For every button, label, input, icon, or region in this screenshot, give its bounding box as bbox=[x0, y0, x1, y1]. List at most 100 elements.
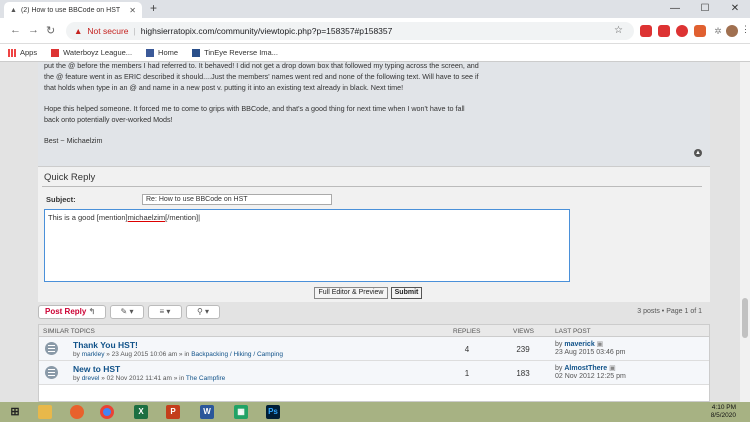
topic-title-link[interactable]: New to HST bbox=[73, 364, 120, 374]
topic-date: » 23 Aug 2015 10:06 am » in bbox=[106, 351, 190, 358]
menu-icon[interactable]: ⋮ bbox=[741, 24, 750, 35]
clock-date: 8/5/2020 bbox=[710, 412, 736, 419]
tab-close-icon[interactable]: ✕ bbox=[129, 6, 136, 15]
by-label: by bbox=[555, 365, 563, 372]
taskbar: ⊞ X P W ▦ Ps 4:10 PM 8/5/2020 bbox=[0, 402, 750, 422]
search-icon: ⚲ bbox=[196, 307, 203, 316]
forward-icon[interactable]: → bbox=[28, 24, 39, 36]
divider bbox=[42, 186, 702, 187]
last-post-author: by maverick ▣ bbox=[555, 340, 603, 348]
puzzle-icon[interactable]: ✲ bbox=[712, 25, 724, 37]
last-post-date: 02 Nov 2012 12:25 pm bbox=[555, 373, 626, 380]
back-to-top-icon[interactable]: ▲ bbox=[694, 149, 702, 157]
avatar[interactable] bbox=[726, 25, 738, 37]
apps-grid-icon bbox=[8, 49, 16, 57]
author-link[interactable]: drevel bbox=[82, 375, 100, 382]
powerpoint-icon[interactable]: P bbox=[166, 405, 180, 419]
word-icon[interactable]: W bbox=[200, 405, 214, 419]
page-info: 3 posts • Page 1 of 1 bbox=[637, 308, 702, 315]
post-line: the @ feature went in as ERIC described … bbox=[44, 72, 479, 81]
bookmark-star-icon[interactable]: ☆ bbox=[614, 25, 623, 36]
by-label: by bbox=[73, 351, 80, 358]
photoshop-icon[interactable]: Ps bbox=[266, 405, 280, 419]
header-replies: REPLIES bbox=[453, 328, 481, 335]
extension-icon[interactable] bbox=[640, 25, 652, 37]
topic-date: » 02 Nov 2012 11:41 am » in bbox=[101, 375, 185, 382]
replies-count: 4 bbox=[464, 345, 470, 354]
views-count: 239 bbox=[516, 345, 530, 354]
forum-link[interactable]: The Campfire bbox=[186, 375, 225, 382]
browser-tab[interactable]: ▲ (2) How to use BBCode on HST ✕ bbox=[4, 2, 142, 18]
submit-button[interactable]: Submit bbox=[391, 287, 422, 299]
post-reply-button[interactable]: Post Reply ↰ bbox=[38, 305, 106, 319]
wrench-icon: ✎ bbox=[120, 307, 128, 316]
post-line: that holds when type in an @ and name in… bbox=[44, 83, 404, 92]
bookmark-label: Apps bbox=[20, 47, 38, 57]
sort-icon: ≡ bbox=[159, 307, 165, 316]
replies-count: 1 bbox=[464, 369, 470, 378]
close-window-button[interactable]: ✕ bbox=[720, 0, 750, 18]
views-count: 183 bbox=[516, 369, 530, 378]
bookmark-label: Home bbox=[158, 47, 179, 57]
clock-time: 4:10 PM bbox=[711, 404, 736, 411]
goto-post-icon[interactable]: ▣ bbox=[609, 365, 616, 372]
full-editor-button[interactable]: Full Editor & Preview bbox=[314, 287, 388, 299]
bookmark-tineye[interactable]: TinEye Reverse Ima... bbox=[192, 48, 278, 57]
quick-reply-heading: Quick Reply bbox=[44, 172, 96, 183]
extension-icon[interactable] bbox=[676, 25, 688, 37]
firefox-icon[interactable] bbox=[70, 405, 84, 419]
last-post-user-link[interactable]: maverick bbox=[564, 341, 594, 348]
back-icon[interactable]: ← bbox=[10, 24, 21, 36]
similar-topics-table: SIMILAR TOPICS REPLIES VIEWS LAST POST T… bbox=[38, 324, 710, 402]
extension-icon[interactable] bbox=[658, 25, 670, 37]
bookmark-home[interactable]: Home bbox=[146, 48, 178, 57]
not-secure-label: Not secure bbox=[87, 26, 129, 36]
search-topic-button[interactable]: ⚲ ▾ bbox=[186, 305, 220, 319]
subject-input[interactable]: Re: How to use BBCode on HST bbox=[142, 194, 332, 205]
forum-link[interactable]: Backpacking / Hiking / Camping bbox=[191, 351, 283, 358]
chrome-icon[interactable] bbox=[100, 405, 114, 419]
address-bar[interactable]: ▲ Not secure | highsierratopix.com/commu… bbox=[66, 22, 634, 40]
page-scrollbar[interactable] bbox=[740, 62, 750, 402]
wrench-tools-button[interactable]: ✎ ▾ bbox=[110, 305, 144, 319]
minimize-button[interactable]: — bbox=[660, 0, 690, 18]
subject-label: Subject: bbox=[46, 195, 76, 204]
reply-arrow-icon: ↰ bbox=[88, 307, 96, 316]
topic-meta: by markley » 23 Aug 2015 10:06 am » in B… bbox=[73, 351, 283, 358]
window-controls: — ☐ ✕ bbox=[660, 0, 750, 18]
system-clock[interactable]: 4:10 PM 8/5/2020 bbox=[711, 404, 736, 420]
bookmark-apps[interactable]: Apps bbox=[8, 48, 37, 57]
reload-icon[interactable]: ↻ bbox=[46, 24, 55, 37]
waterboyz-icon bbox=[51, 49, 60, 57]
new-tab-button[interactable]: + bbox=[150, 1, 157, 15]
last-post-date: 23 Aug 2015 03:46 pm bbox=[555, 349, 626, 356]
by-label: by bbox=[555, 341, 563, 348]
message-editor[interactable]: This is a good [mention]michaelzim[/ment… bbox=[44, 209, 570, 282]
file-explorer-icon[interactable] bbox=[38, 405, 52, 419]
tineye-icon bbox=[192, 49, 201, 57]
header-last-post: LAST POST bbox=[555, 328, 591, 335]
bookmark-waterboyz[interactable]: Waterboyz League... bbox=[51, 48, 132, 57]
action-bar: Post Reply ↰ ✎ ▾ ≡ ▾ ⚲ ▾ 3 posts • Page … bbox=[38, 304, 710, 320]
post-line: back onto potentially over-worked Mods! bbox=[44, 115, 173, 124]
post-reply-label: Post Reply bbox=[45, 307, 87, 316]
maximize-button[interactable]: ☐ bbox=[690, 0, 720, 18]
header-views: VIEWS bbox=[513, 328, 534, 335]
post-line: Hope this helped someone. It forced me t… bbox=[44, 104, 465, 113]
table-row: Thank You HST! by markley » 23 Aug 2015 … bbox=[39, 337, 709, 361]
last-post-user-link[interactable]: AlmostThere bbox=[564, 365, 607, 372]
table-row: New to HST by drevel » 02 Nov 2012 11:41… bbox=[39, 361, 709, 385]
windows-start-icon[interactable]: ⊞ bbox=[8, 405, 22, 419]
topic-meta: by drevel » 02 Nov 2012 11:41 am » in Th… bbox=[73, 375, 225, 382]
sort-button[interactable]: ≡ ▾ bbox=[148, 305, 182, 319]
post-signature: Best ~ Michaelzim bbox=[44, 136, 103, 145]
post-body: put the @ before the members I had refer… bbox=[38, 62, 710, 166]
extension-icon[interactable] bbox=[694, 25, 706, 37]
calculator-icon[interactable]: ▦ bbox=[234, 405, 248, 419]
tab-strip: ▲ (2) How to use BBCode on HST ✕ + — ☐ ✕ bbox=[0, 0, 750, 18]
goto-post-icon[interactable]: ▣ bbox=[597, 341, 604, 348]
author-link[interactable]: markley bbox=[82, 351, 105, 358]
scrollbar-thumb[interactable] bbox=[742, 298, 748, 338]
topic-title-link[interactable]: Thank You HST! bbox=[73, 340, 138, 350]
excel-icon[interactable]: X bbox=[134, 405, 148, 419]
